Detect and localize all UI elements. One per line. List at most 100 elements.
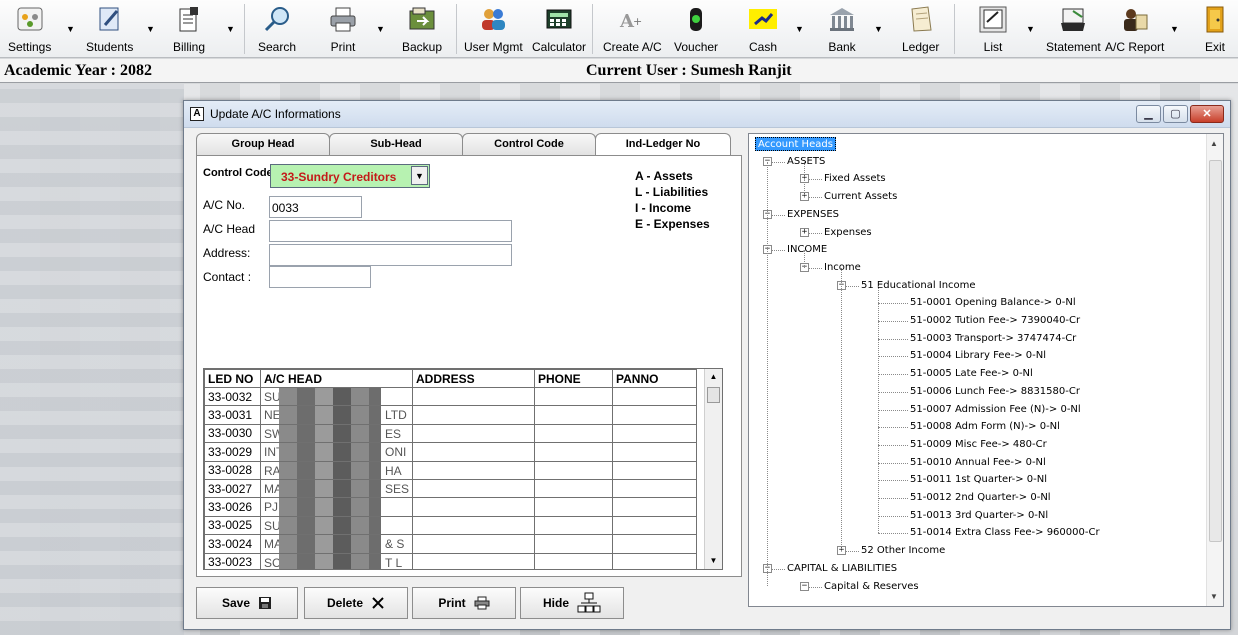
tree-root-account-heads[interactable]: Account Heads xyxy=(755,137,836,151)
led-no-cell[interactable]: 33-0031 xyxy=(204,405,261,425)
tree-node[interactable]: 51-0008 Adm Form (N)-> 0-Nl xyxy=(910,420,1060,434)
print-dropdown-icon[interactable]: ▼ xyxy=(376,24,385,34)
ac-report-dropdown-icon[interactable]: ▼ xyxy=(1170,24,1179,34)
tree-scrollbar[interactable]: ▲ ▼ xyxy=(1206,134,1223,606)
panno-cell[interactable] xyxy=(612,515,697,536)
address-cell[interactable] xyxy=(412,478,535,499)
tree-node[interactable]: INCOME xyxy=(787,243,827,257)
led-no-cell[interactable]: 33-0023 xyxy=(204,552,261,569)
tree-node[interactable]: 51-0012 2nd Quarter-> 0-Nl xyxy=(910,491,1051,505)
ac-head-cell[interactable]: MA SES xyxy=(260,478,413,499)
scroll-up-icon[interactable]: ▲ xyxy=(1210,139,1218,148)
tree-node[interactable]: 51-0006 Lunch Fee-> 8831580-Cr xyxy=(910,385,1080,399)
phone-cell[interactable] xyxy=(534,460,613,480)
list-dropdown-icon[interactable]: ▼ xyxy=(1026,24,1035,34)
tree-node[interactable]: 51-0009 Misc Fee-> 480-Cr xyxy=(910,438,1047,452)
table-row[interactable]: 33-0031 NE LTD xyxy=(204,405,697,425)
address-cell[interactable] xyxy=(412,552,535,569)
chevron-down-icon[interactable]: ▼ xyxy=(411,166,428,185)
led-no-cell[interactable]: 33-0024 xyxy=(204,534,261,554)
tree-node[interactable]: 51-0007 Admission Fee (N)-> 0-Nl xyxy=(910,403,1081,417)
led-no-cell[interactable]: 33-0030 xyxy=(204,423,261,444)
collapse-icon[interactable]: − xyxy=(800,581,809,591)
ac-head-cell[interactable]: INT ONI xyxy=(260,442,413,462)
table-row[interactable]: 33-0027 MA SES xyxy=(204,478,697,499)
led-no-cell[interactable]: 33-0025 xyxy=(204,515,261,536)
panno-cell[interactable] xyxy=(612,386,697,407)
create-ac-button[interactable]: A + Create A/C xyxy=(603,3,662,55)
panno-cell[interactable] xyxy=(612,460,697,480)
table-row[interactable]: 33-0029 INT ONI xyxy=(204,442,697,462)
tree-node[interactable]: 52 Other Income xyxy=(861,544,945,558)
address-cell[interactable] xyxy=(412,497,535,517)
ac-report-button[interactable]: A/C Report xyxy=(1105,3,1164,55)
tree-node[interactable]: Capital & Reserves xyxy=(824,580,919,594)
table-row[interactable]: 33-0030 SW ES xyxy=(204,423,697,444)
dialog-titlebar[interactable]: A Update A/C Informations ▁ ▢ ✕ xyxy=(184,101,1230,128)
led-no-cell[interactable]: 33-0032 xyxy=(204,386,261,407)
address-cell[interactable] xyxy=(412,460,535,480)
scroll-up-icon[interactable]: ▲ xyxy=(705,369,722,385)
bank-dropdown-icon[interactable]: ▼ xyxy=(874,24,883,34)
col-led-no[interactable]: LED NO xyxy=(204,369,261,388)
phone-cell[interactable] xyxy=(534,478,613,499)
panno-cell[interactable] xyxy=(612,423,697,444)
tree-node[interactable]: CAPITAL & LIABILITIES xyxy=(787,562,897,576)
address-cell[interactable] xyxy=(412,515,535,536)
user-mgmt-button[interactable]: User Mgmt xyxy=(464,3,523,55)
tree-node[interactable]: 51-0002 Tution Fee-> 7390040-Cr xyxy=(910,314,1080,328)
tree-node[interactable]: 51-0003 Transport-> 3747474-Cr xyxy=(910,332,1076,346)
minimize-button[interactable]: ▁ xyxy=(1136,105,1161,123)
ac-head-cell[interactable]: SC T L xyxy=(260,552,413,569)
tree-node[interactable]: Fixed Assets xyxy=(824,172,886,186)
ac-head-cell[interactable]: RA HA xyxy=(260,460,413,480)
panno-cell[interactable] xyxy=(612,405,697,425)
panno-cell[interactable] xyxy=(612,534,697,554)
save-button[interactable]: Save xyxy=(196,587,298,619)
close-button[interactable]: ✕ xyxy=(1190,105,1224,123)
students-button[interactable]: Students xyxy=(86,3,133,55)
grid-scrollbar[interactable]: ▲ ▼ xyxy=(704,369,722,569)
phone-cell[interactable] xyxy=(534,423,613,444)
led-no-cell[interactable]: 33-0029 xyxy=(204,442,261,462)
phone-cell[interactable] xyxy=(534,386,613,407)
address-cell[interactable] xyxy=(412,442,535,462)
tab-sub-head[interactable]: Sub-Head xyxy=(329,133,463,155)
ac-head-cell[interactable]: NE LTD xyxy=(260,405,413,425)
tree-node[interactable]: 51-0005 Late Fee-> 0-Nl xyxy=(910,367,1033,381)
phone-cell[interactable] xyxy=(534,405,613,425)
table-row[interactable]: 33-0025 SU xyxy=(204,515,697,536)
ledger-button[interactable]: Ledger xyxy=(902,3,939,55)
expand-icon[interactable]: + xyxy=(800,227,809,237)
panno-cell[interactable] xyxy=(612,478,697,499)
tree-node[interactable]: 51-0010 Annual Fee-> 0-Nl xyxy=(910,456,1046,470)
bank-button[interactable]: Bank xyxy=(825,3,859,55)
ac-head-cell[interactable]: PJ xyxy=(260,497,413,517)
table-row[interactable]: 33-0026 PJ xyxy=(204,497,697,517)
ac-head-cell[interactable]: SU xyxy=(260,515,413,536)
ac-head-field[interactable] xyxy=(269,220,512,242)
tree-node[interactable]: 51-0011 1st Quarter-> 0-Nl xyxy=(910,473,1047,487)
tab-ind-ledger-no[interactable]: Ind-Ledger No xyxy=(595,133,731,157)
print-record-button[interactable]: Print xyxy=(412,587,516,619)
panno-cell[interactable] xyxy=(612,497,697,517)
students-dropdown-icon[interactable]: ▼ xyxy=(146,24,155,34)
address-cell[interactable] xyxy=(412,386,535,407)
tree-node[interactable]: 51-0004 Library Fee-> 0-Nl xyxy=(910,349,1046,363)
ac-head-cell[interactable]: SU xyxy=(260,386,413,407)
table-row[interactable]: 33-0032 SU xyxy=(204,386,697,407)
panno-cell[interactable] xyxy=(612,442,697,462)
col-panno[interactable]: PANNO xyxy=(612,369,697,388)
led-no-cell[interactable]: 33-0027 xyxy=(204,478,261,499)
statement-button[interactable]: Statement xyxy=(1046,3,1101,55)
col-address[interactable]: ADDRESS xyxy=(412,369,535,388)
col-phone[interactable]: PHONE xyxy=(534,369,613,388)
print-button[interactable]: Print xyxy=(326,3,360,55)
tree-node[interactable]: 51-0013 3rd Quarter-> 0-Nl xyxy=(910,509,1048,523)
phone-cell[interactable] xyxy=(534,534,613,554)
led-no-cell[interactable]: 33-0026 xyxy=(204,497,261,517)
contact-field[interactable] xyxy=(269,266,371,288)
phone-cell[interactable] xyxy=(534,552,613,569)
calculator-button[interactable]: Calculator xyxy=(532,3,586,55)
tree-node[interactable]: ASSETS xyxy=(787,155,825,169)
